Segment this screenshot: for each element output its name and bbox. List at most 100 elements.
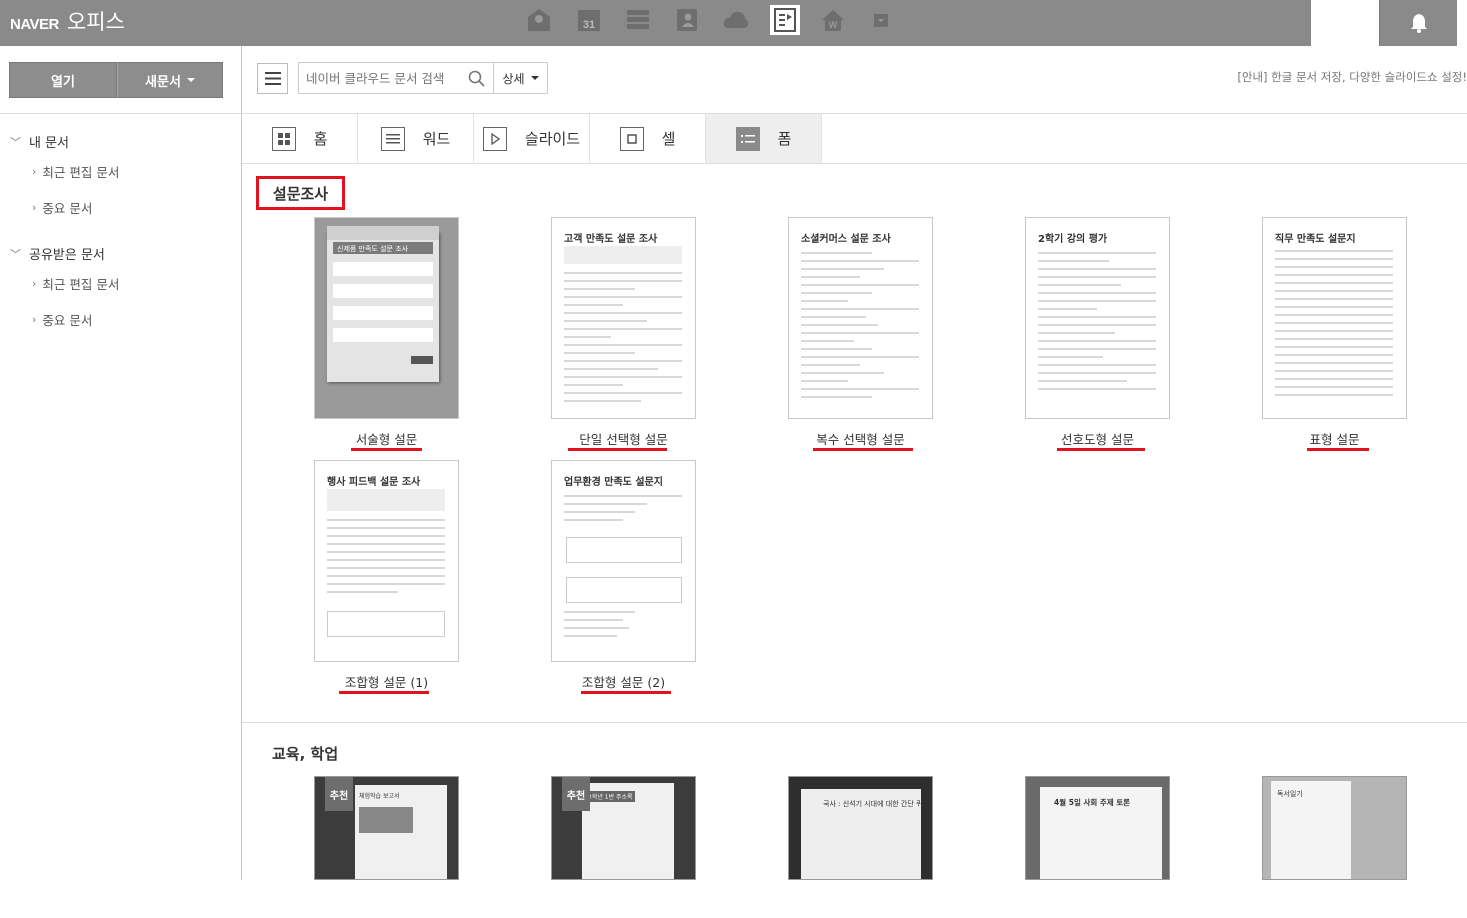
template-label[interactable]: 조합형 설문 (1) xyxy=(314,672,459,691)
template-card[interactable]: 업무환경 만족도 설문지 조합형 설문 (2) xyxy=(551,460,696,694)
template-thumbnail[interactable]: 체험학습 보고서 추천 xyxy=(314,776,459,880)
tab-form[interactable]: 폼 xyxy=(706,114,822,163)
tab-label: 워드 xyxy=(422,130,451,148)
tab-word[interactable]: 워드 xyxy=(358,114,474,163)
template-label[interactable]: 복수 선택형 설문 xyxy=(788,429,933,448)
template-card[interactable]: 직무 만족도 설문지 표형 설문 xyxy=(1262,217,1407,451)
list-icon[interactable] xyxy=(623,5,653,35)
svg-text:31: 31 xyxy=(583,19,595,31)
cloud-icon[interactable] xyxy=(721,5,751,35)
contacts-icon[interactable] xyxy=(672,5,702,35)
tree-item-shared-important[interactable]: › 중요 문서 xyxy=(32,310,92,329)
sidebar: 열기 새문서 ﹀ 내 문서 › 최근 편집 문서 › 중요 문서 ﹀ 공유받은 … xyxy=(0,46,242,880)
template-thumbnail: 직무 만족도 설문지 xyxy=(1262,217,1407,419)
chevron-down-icon: ﹀ xyxy=(10,135,21,149)
top-spacer xyxy=(1311,0,1379,46)
template-thumbnail[interactable]: 2학년 1반 주소록 추천 xyxy=(551,776,696,880)
notice-link[interactable]: [안내] 한글 문서 저장, 다양한 슬라이드쇼 설정! xyxy=(1237,69,1467,85)
thumbnail-doc-title: 행사 피드백 설문 조사 xyxy=(327,477,421,488)
cell-icon xyxy=(619,126,644,151)
highlight-underline xyxy=(581,691,671,694)
notification-button[interactable] xyxy=(1379,0,1457,46)
search-input[interactable] xyxy=(306,70,466,86)
section-title-education: 교육, 학업 xyxy=(272,745,339,763)
mail-icon[interactable] xyxy=(524,5,554,35)
template-thumbnail: 업무환경 만족도 설문지 xyxy=(551,460,696,662)
logo[interactable]: NAVER 오피스 xyxy=(10,6,125,36)
template-thumbnail[interactable]: 국사 : 신석기 시대에 대한 간단 퀴즈 xyxy=(788,776,933,880)
clipboard-paper: 신제품 만족도 설문 조사 xyxy=(327,226,439,382)
recommended-badge: 추천 xyxy=(325,777,353,811)
chevron-right-icon: › xyxy=(32,313,37,326)
template-thumbnail[interactable]: 4월 5일 사회 주제 토론 xyxy=(1025,776,1170,880)
grid-icon xyxy=(271,126,296,151)
template-label[interactable]: 표형 설문 xyxy=(1262,429,1407,448)
template-label[interactable]: 조합형 설문 (2) xyxy=(551,672,696,691)
tree-item-my-important[interactable]: › 중요 문서 xyxy=(32,198,92,217)
caret-down-icon xyxy=(530,76,539,80)
highlight-underline xyxy=(1307,448,1369,451)
clipboard-doc-title: 신제품 만족도 설문 조사 xyxy=(333,242,433,254)
home-icon[interactable]: W xyxy=(818,5,848,35)
template-label[interactable]: 단일 선택형 설문 xyxy=(551,429,696,448)
top-bar: NAVER 오피스 31 W xyxy=(0,0,1467,46)
thumbnail-doc-title: 국사 : 신석기 시대에 대한 간단 퀴즈 xyxy=(823,800,929,808)
thumbnail-doc-title: 체험학습 보고서 xyxy=(359,793,400,800)
tab-slide[interactable]: 슬라이드 xyxy=(474,114,590,163)
office-icon[interactable] xyxy=(770,5,800,35)
category-tabs: 홈 워드 슬라이드 셀 폼 xyxy=(242,114,1467,164)
form-icon xyxy=(735,126,760,151)
tree-group-my-docs[interactable]: ﹀ 내 문서 xyxy=(10,132,70,152)
template-label[interactable]: 서술형 설문 xyxy=(314,429,459,448)
highlight-underline xyxy=(1057,448,1145,451)
tree-item-label: 중요 문서 xyxy=(42,201,93,216)
template-thumbnail: 신제품 만족도 설문 조사 xyxy=(314,217,459,419)
naver-brand: NAVER xyxy=(10,16,59,33)
new-document-button[interactable]: 새문서 xyxy=(117,62,223,98)
tree-item-label: 중요 문서 xyxy=(42,313,93,328)
tree-group-label: 내 문서 xyxy=(29,136,70,151)
tab-home[interactable]: 홈 xyxy=(242,114,358,163)
svg-text:W: W xyxy=(829,20,838,30)
tree-item-shared-recent[interactable]: › 최근 편집 문서 xyxy=(32,274,119,293)
section-divider xyxy=(242,722,1467,723)
search-box xyxy=(298,62,494,94)
template-card[interactable]: 신제품 만족도 설문 조사 서술형 설문 xyxy=(314,217,459,451)
calendar-icon[interactable]: 31 xyxy=(574,5,604,35)
template-card[interactable]: 2학기 강의 평가 선호도형 설문 xyxy=(1025,217,1170,451)
tree-group-shared-docs[interactable]: ﹀ 공유받은 문서 xyxy=(10,244,105,264)
new-document-label: 새문서 xyxy=(145,74,181,90)
tab-label: 슬라이드 xyxy=(524,130,581,148)
template-card[interactable]: 고객 만족도 설문 조사 단일 선택형 설문 xyxy=(551,217,696,451)
highlight-underline xyxy=(568,448,667,451)
office-product-name: 오피스 xyxy=(66,10,125,34)
open-button[interactable]: 열기 xyxy=(9,62,117,98)
detail-label: 상세 xyxy=(502,71,525,86)
template-card[interactable]: 행사 피드백 설문 조사 조합형 설문 (1) xyxy=(314,460,459,694)
detail-search-button[interactable]: 상세 xyxy=(494,62,548,94)
template-thumbnail[interactable]: 독서일기 xyxy=(1262,776,1407,880)
thumbnail-doc-title: 독서일기 xyxy=(1277,790,1303,798)
thumbnail-doc-title: 소셜커머스 설문 조사 xyxy=(801,234,891,245)
open-button-label: 열기 xyxy=(51,74,75,90)
thumbnail-doc-title: 고객 만족도 설문 조사 xyxy=(564,234,658,245)
template-thumbnail: 2학기 강의 평가 xyxy=(1025,217,1170,419)
word-icon xyxy=(380,126,405,151)
tree-item-label: 최근 편집 문서 xyxy=(42,165,120,180)
tree-item-my-recent[interactable]: › 최근 편집 문서 xyxy=(32,162,119,181)
hamburger-icon xyxy=(264,72,281,85)
highlight-underline xyxy=(351,448,422,451)
template-label[interactable]: 선호도형 설문 xyxy=(1025,429,1170,448)
search-icon[interactable] xyxy=(468,70,485,87)
chevron-right-icon: › xyxy=(32,165,37,178)
bell-icon xyxy=(1410,14,1427,33)
menu-button[interactable] xyxy=(257,63,288,94)
tab-cell[interactable]: 셀 xyxy=(590,114,706,163)
more-icon[interactable] xyxy=(866,5,896,35)
template-card[interactable]: 소셜커머스 설문 조사 복수 선택형 설문 xyxy=(788,217,933,451)
tab-label: 셀 xyxy=(661,130,676,148)
slide-icon xyxy=(482,126,507,151)
recommended-badge: 추천 xyxy=(562,777,590,811)
main-content: 상세 [안내] 한글 문서 저장, 다양한 슬라이드쇼 설정! 홈 워드 슬라이… xyxy=(242,46,1467,880)
chevron-right-icon: › xyxy=(32,201,37,214)
